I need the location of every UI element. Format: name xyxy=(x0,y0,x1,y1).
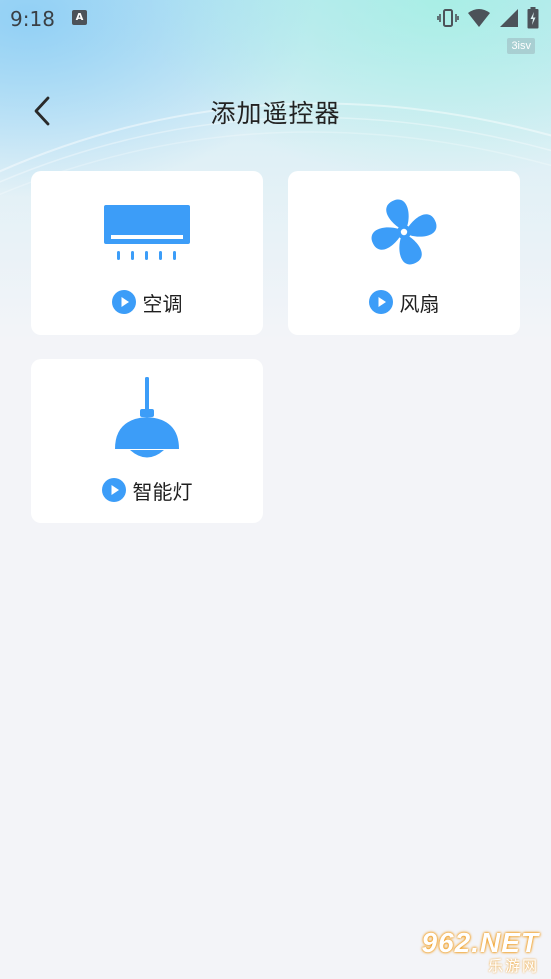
card-label-row: 空调 xyxy=(31,285,263,319)
pendant-lamp-icon xyxy=(115,377,179,458)
fan-icon xyxy=(371,199,437,265)
card-air-conditioner[interactable]: 空调 xyxy=(31,171,263,335)
watermark-text: 乐游网 xyxy=(487,957,539,975)
play-circle-icon xyxy=(101,478,126,502)
play-circle-icon xyxy=(368,290,393,314)
status-time: 9:18 xyxy=(10,7,55,31)
card-fan[interactable]: 风扇 xyxy=(288,171,520,335)
card-label: 智能灯 xyxy=(132,479,193,504)
signal-icon xyxy=(500,9,518,27)
card-label: 空调 xyxy=(142,291,183,316)
vibrate-icon xyxy=(437,9,459,27)
play-circle-icon xyxy=(111,290,136,314)
card-label-row: 风扇 xyxy=(288,285,520,319)
page-title: 添加遥控器 xyxy=(210,99,341,128)
card-smart-lamp[interactable]: 智能灯 xyxy=(31,359,263,523)
card-label: 风扇 xyxy=(399,291,440,316)
wifi-icon xyxy=(468,9,490,27)
status-bar: 9:18 A xyxy=(0,0,551,38)
version-badge: 3isv xyxy=(507,38,535,54)
notification-a-icon: A xyxy=(72,10,87,25)
card-label-row: 智能灯 xyxy=(31,473,263,507)
site-watermark: 962.NET 乐游网 xyxy=(405,925,545,975)
status-icons xyxy=(437,7,539,29)
air-conditioner-icon xyxy=(104,205,190,260)
battery-charging-icon xyxy=(527,7,539,29)
